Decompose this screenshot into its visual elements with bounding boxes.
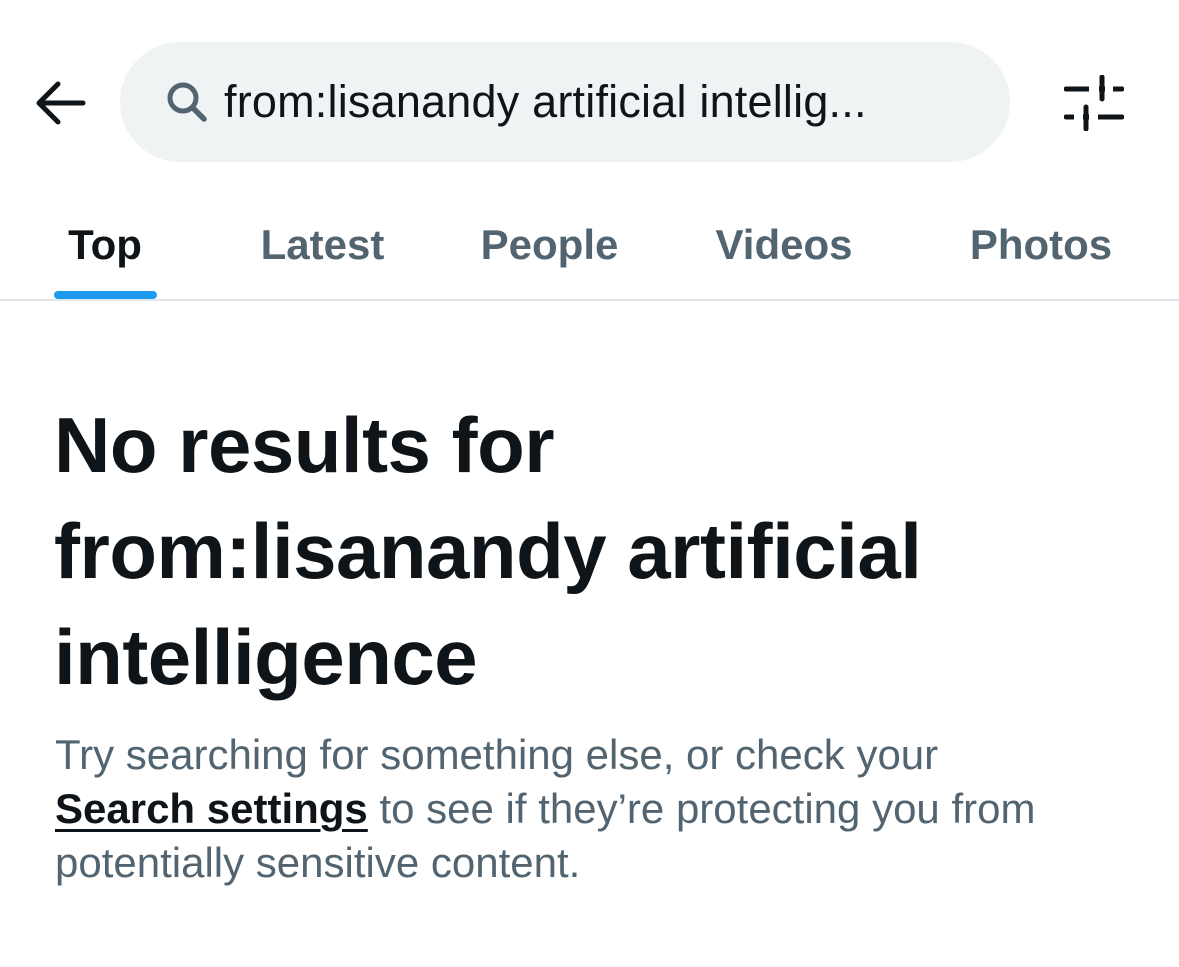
tab-people[interactable]: People <box>462 190 637 300</box>
search-filter-button[interactable] <box>1058 70 1130 136</box>
tabs-divider <box>0 299 1179 301</box>
search-tabs: Top Latest People Videos Photos <box>0 190 1179 300</box>
empty-title-line: No results for <box>54 401 555 489</box>
arrow-left-icon <box>36 81 86 125</box>
search-icon <box>167 82 207 122</box>
empty-state-title: No results for from:lisanandy artificial… <box>54 392 1134 710</box>
search-query-text: from:lisanandy artificial intellig... <box>224 76 867 127</box>
tab-top[interactable]: Top <box>40 190 170 300</box>
sliders-icon <box>1064 75 1124 131</box>
empty-title-line: intelligence <box>54 613 478 701</box>
search-settings-link[interactable]: Search settings <box>55 785 368 832</box>
tab-latest[interactable]: Latest <box>240 190 405 300</box>
empty-state-message: Try searching for something else, or che… <box>55 728 1145 890</box>
message-text: Try searching for something else, or che… <box>55 731 939 778</box>
search-header: from:lisanandy artificial intellig... <box>0 0 1179 200</box>
search-input[interactable]: from:lisanandy artificial intellig... <box>120 42 1010 162</box>
back-button[interactable] <box>26 70 92 136</box>
tab-photos[interactable]: Photos <box>950 190 1132 300</box>
empty-title-line: from:lisanandy artificial <box>54 507 922 595</box>
tab-videos[interactable]: Videos <box>695 190 873 300</box>
active-tab-indicator <box>54 291 157 299</box>
